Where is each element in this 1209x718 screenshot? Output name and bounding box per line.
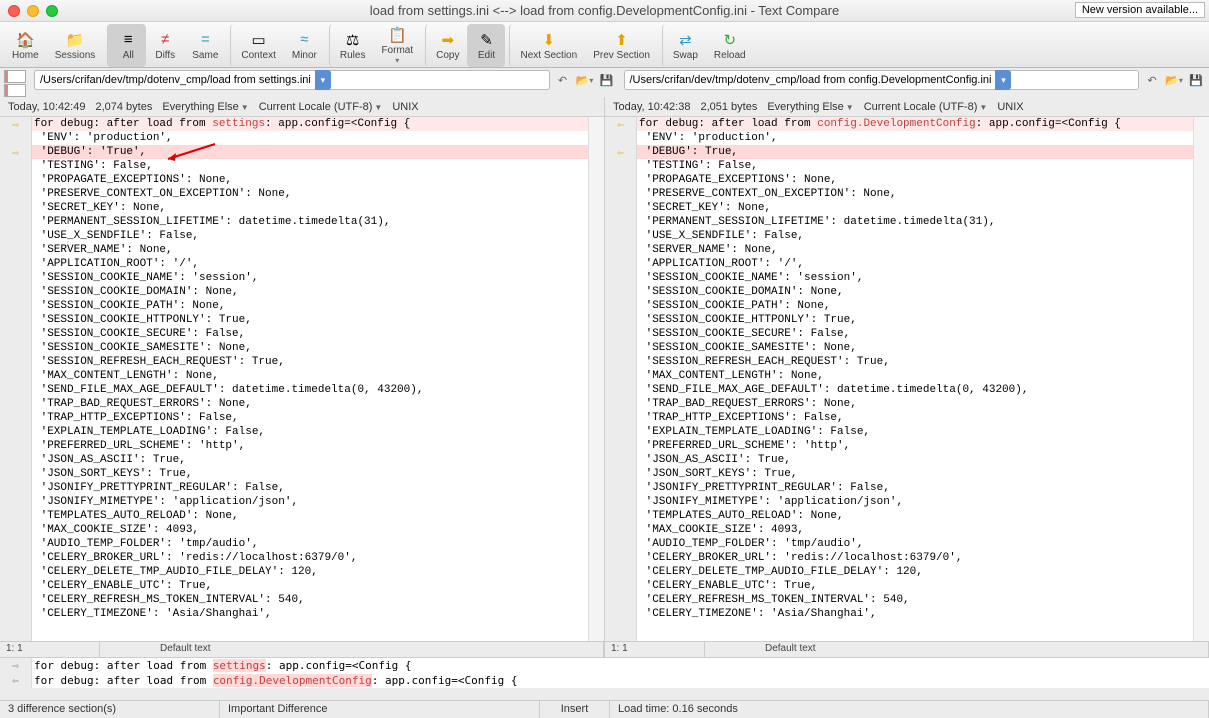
- left-time: Today, 10:42:49: [8, 101, 85, 113]
- prev-section-button[interactable]: ⬆Prev Section: [585, 24, 658, 67]
- save-icon[interactable]: 💾: [1187, 71, 1205, 89]
- left-scrollbar[interactable]: [588, 117, 604, 641]
- window-title: load from settings.ini <--> load from co…: [0, 3, 1209, 18]
- right-eol: UNIX: [997, 101, 1023, 113]
- status-importance: Important Difference: [220, 701, 540, 718]
- diff-summary: ⇨for debug: after load from settings: ap…: [0, 657, 1209, 688]
- titlebar: load from settings.ini <--> load from co…: [0, 0, 1209, 22]
- left-eol: UNIX: [392, 101, 418, 113]
- open-folder-icon[interactable]: 📂▾: [576, 71, 594, 89]
- left-cursor-pos: 1: 1: [0, 642, 100, 657]
- status-load-time: Load time: 0.16 seconds: [610, 701, 1209, 718]
- context-button[interactable]: ▭Context: [230, 24, 283, 67]
- diff-arrow-left-icon[interactable]: ⇦: [0, 673, 32, 688]
- status-diff-count: 3 difference section(s): [0, 701, 220, 718]
- reload-button[interactable]: ↻Reload: [706, 24, 754, 67]
- diffs-button[interactable]: ≠Diffs: [146, 24, 184, 67]
- left-gutter: ⇨⇨: [0, 117, 32, 641]
- left-code[interactable]: for debug: after load from settings: app…: [32, 117, 588, 641]
- right-filter[interactable]: Everything Else▼: [767, 101, 853, 113]
- next-section-button[interactable]: ⬇Next Section: [509, 24, 585, 67]
- right-time: Today, 10:42:38: [613, 101, 690, 113]
- same-button[interactable]: =Same: [184, 24, 226, 67]
- left-encoding[interactable]: Current Locale (UTF-8)▼: [259, 101, 383, 113]
- edit-button[interactable]: ✎Edit: [467, 24, 505, 67]
- minor-button[interactable]: ≈Minor: [284, 24, 325, 67]
- left-enc2: Default text: [100, 642, 604, 657]
- left-filter[interactable]: Everything Else▼: [162, 101, 248, 113]
- copy-button[interactable]: ➡Copy: [425, 24, 467, 67]
- right-encoding[interactable]: Current Locale (UTF-8)▼: [864, 101, 988, 113]
- sessions-button[interactable]: 📁Sessions: [47, 24, 104, 67]
- right-cursor-pos: 1: 1: [605, 642, 705, 657]
- right-gutter: ⇦⇦: [605, 117, 637, 641]
- swap-button[interactable]: ⇄Swap: [662, 24, 706, 67]
- right-pane: Today, 10:42:38 2,051 bytes Everything E…: [605, 97, 1209, 657]
- left-path-select[interactable]: /Users/crifan/dev/tmp/dotenv_cmp/load fr…: [34, 70, 550, 90]
- right-bytes: 2,051 bytes: [700, 101, 757, 113]
- right-path-select[interactable]: /Users/crifan/dev/tmp/dotenv_cmp/load fr…: [624, 70, 1140, 90]
- rules-button[interactable]: ⚖Rules: [329, 24, 374, 67]
- right-scrollbar[interactable]: [1193, 117, 1209, 641]
- format-button[interactable]: 📋Format▾: [373, 24, 421, 67]
- undo-icon[interactable]: ↶: [1143, 71, 1161, 89]
- thumbnail-strip[interactable]: [0, 68, 30, 97]
- right-enc2: Default text: [705, 642, 1209, 657]
- status-insert: Insert: [540, 701, 610, 718]
- right-code[interactable]: for debug: after load from config.Develo…: [637, 117, 1193, 641]
- new-version-button[interactable]: New version available...: [1075, 2, 1205, 18]
- home-button[interactable]: 🏠Home: [4, 24, 47, 67]
- save-icon[interactable]: 💾: [598, 71, 616, 89]
- status-bar: 3 difference section(s) Important Differ…: [0, 700, 1209, 718]
- open-folder-icon[interactable]: 📂▾: [1165, 71, 1183, 89]
- left-pane: Today, 10:42:49 2,074 bytes Everything E…: [0, 97, 605, 657]
- diff-arrow-right-icon[interactable]: ⇨: [0, 658, 32, 673]
- main-toolbar: 🏠Home 📁Sessions ≡All ≠Diffs =Same ▭Conte…: [0, 22, 1209, 68]
- undo-icon[interactable]: ↶: [554, 71, 572, 89]
- all-button[interactable]: ≡All: [107, 24, 146, 67]
- left-bytes: 2,074 bytes: [95, 101, 152, 113]
